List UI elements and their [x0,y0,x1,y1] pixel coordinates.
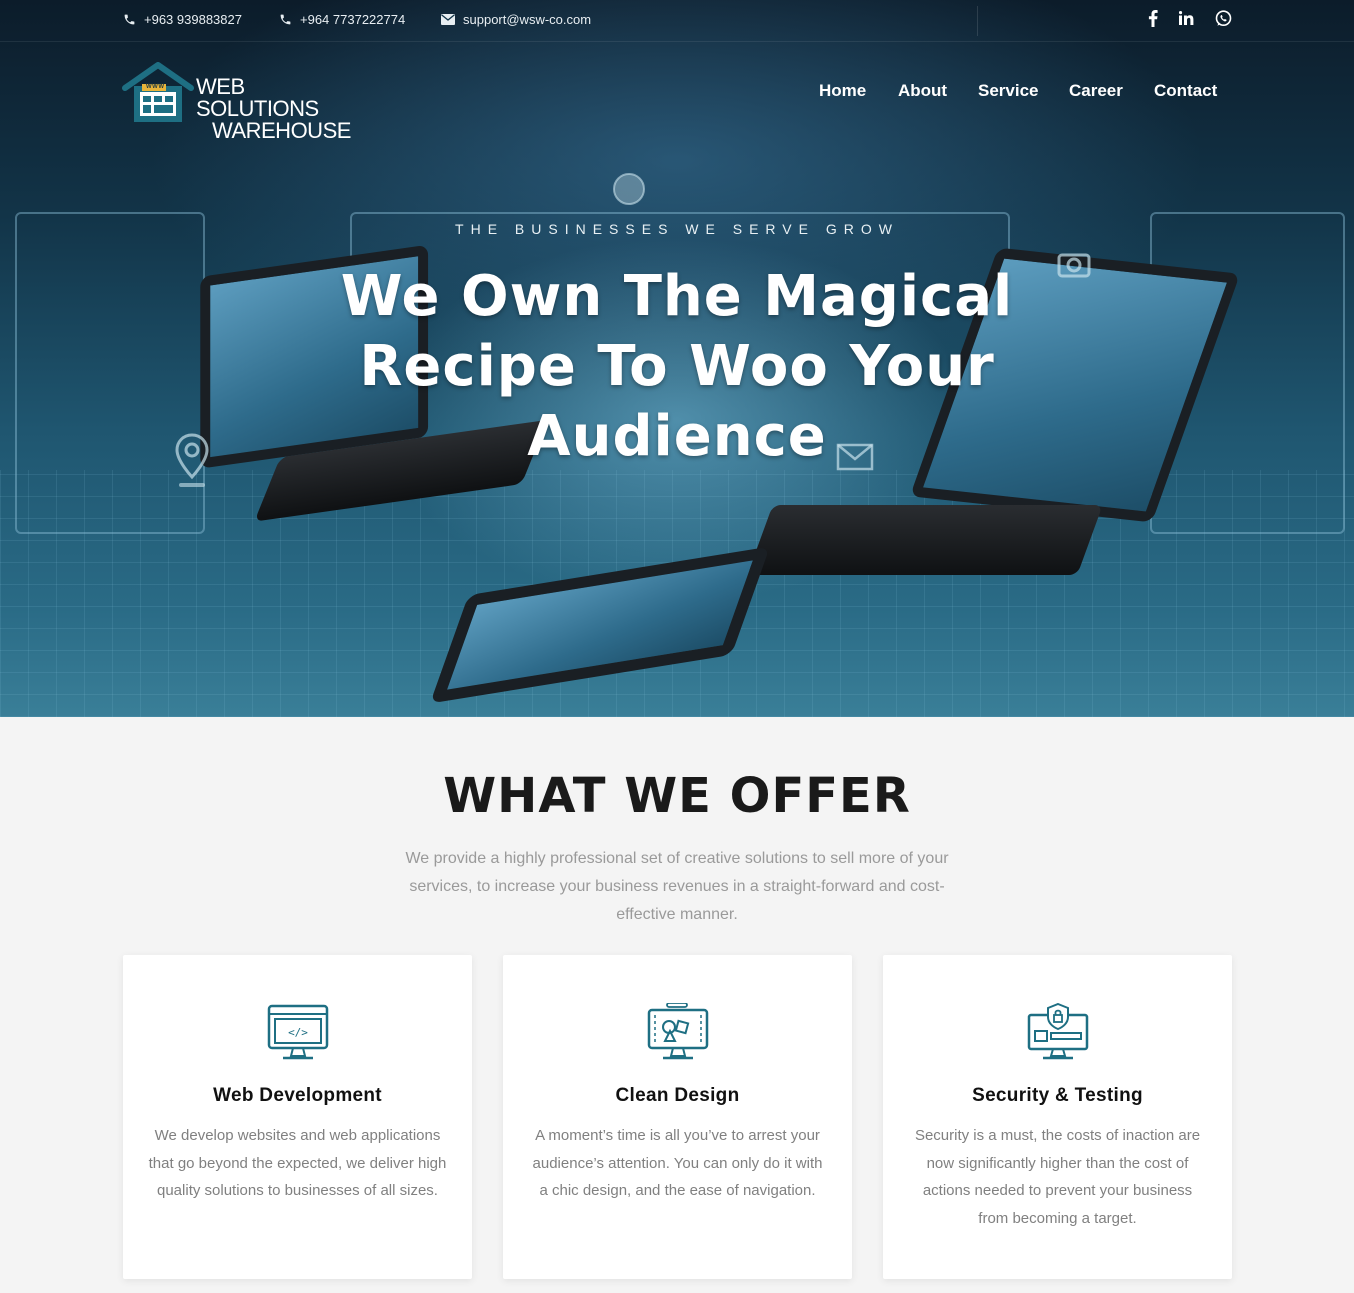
tablet-screen [429,546,771,704]
nav-home[interactable]: Home [819,81,866,101]
nav-about[interactable]: About [898,81,947,101]
offer-title: WHAT WE OFFER [443,768,911,824]
nav-career[interactable]: Career [1069,81,1123,101]
design-monitor-icon [647,1003,709,1060]
globe-icon [613,173,645,205]
card-title: Web Development [213,1085,382,1106]
nav-service[interactable]: Service [978,81,1039,101]
card-text: Security is a must, the costs of inactio… [914,1127,1201,1227]
phone-icon [122,13,136,27]
phone-1-text: +963 939883827 [144,12,242,27]
security-monitor-icon [1027,1003,1089,1060]
whatsapp-icon[interactable] [1215,10,1232,31]
card-title: Security & Testing [972,1085,1143,1106]
hero-title: We Own The Magical Recipe To Woo Your Au… [340,264,1014,469]
warehouse-logo-icon [122,62,194,122]
nav-contact[interactable]: Contact [1154,81,1217,101]
phone-2-text: +964 7737222774 [300,12,406,27]
card-title: Clean Design [615,1085,740,1106]
email-text: support@wsw-co.com [463,12,592,27]
hero-eyebrow: THE BUSINESSES WE SERVE GROW [455,221,899,237]
phone-2[interactable]: +964 7737222774 [278,12,405,27]
phone-1[interactable]: +963 939883827 [122,12,242,27]
logo-badge-text: WWW [146,84,165,90]
logo-wordmark: WEB SOLUTIONS WAREHOUSE [196,76,362,142]
code-monitor-icon: </> [267,1004,329,1060]
card-text: A moment’s time is all you’ve to arrest … [532,1127,823,1199]
site-logo[interactable]: WWW WEB SOLUTIONS WAREHOUSE [122,62,362,142]
topbar-divider [977,6,978,36]
card-text: We develop websites and web applications… [148,1127,447,1199]
top-bar: +963 939883827 +964 7737222774 support@w… [0,0,1354,42]
service-card-clean-design[interactable]: Clean Design A moment’s time is all you’… [503,955,852,1279]
hero-section: +963 939883827 +964 7737222774 support@w… [0,0,1354,717]
service-card-web-development[interactable]: </> Web Development We develop websites … [123,955,472,1279]
location-pin-icon [175,433,209,487]
service-card-security-testing[interactable]: Security & Testing Security is a must, t… [883,955,1232,1279]
phone-icon [278,13,292,27]
logo-line-1: WEB SOLUTIONS [196,74,319,121]
email-link[interactable]: support@wsw-co.com [441,12,591,27]
envelope-icon [441,13,455,27]
camera-icon [1057,253,1091,278]
facebook-icon[interactable] [1148,10,1158,31]
logo-line-2: WAREHOUSE [212,118,351,143]
svg-text:</>: </> [288,1026,308,1039]
offer-subtitle: We provide a highly professional set of … [405,850,949,923]
hero-tablet [429,546,771,710]
laptop-base [747,505,1103,575]
linkedin-icon[interactable] [1178,11,1194,29]
